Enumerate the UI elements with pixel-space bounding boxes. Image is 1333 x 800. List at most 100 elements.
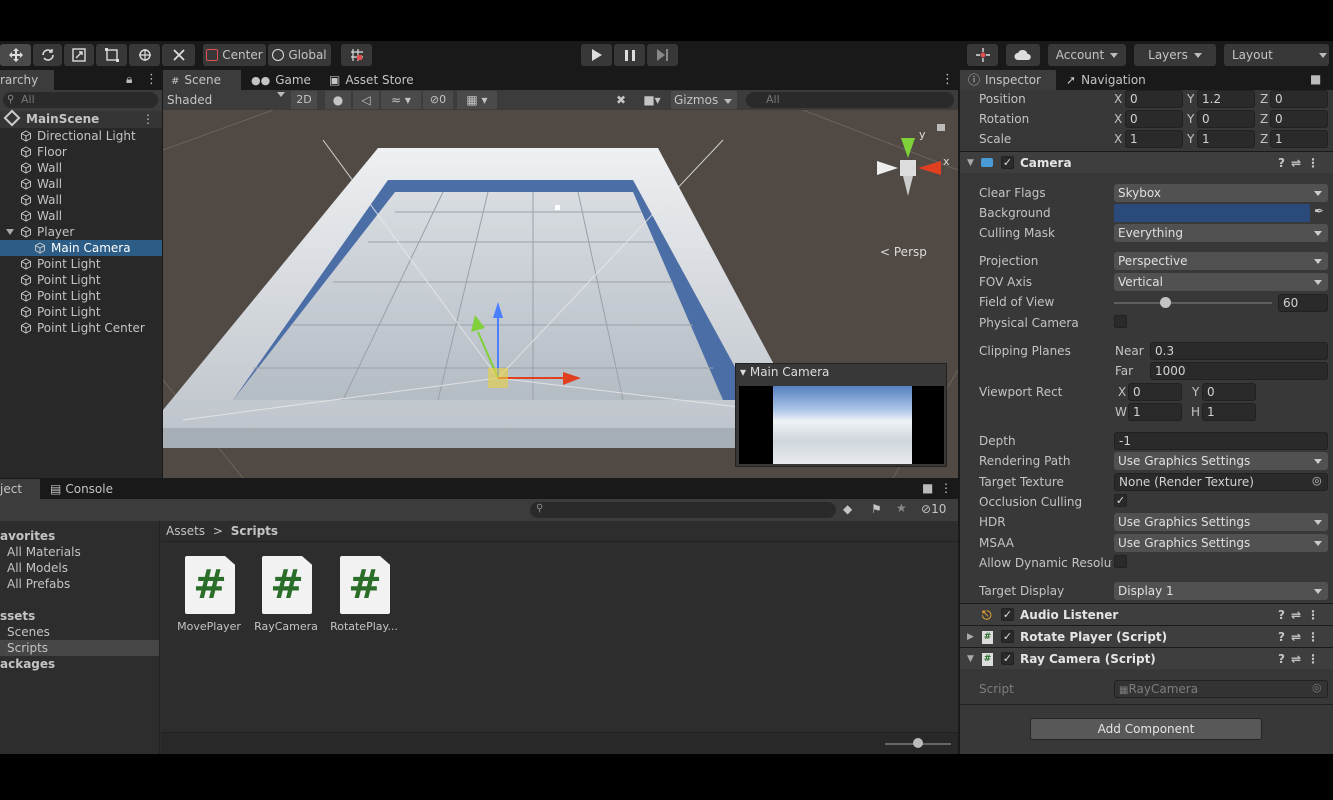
- tab-inspector[interactable]: ⓘ Inspector: [960, 70, 1056, 90]
- camera-enabled-checkbox[interactable]: ✓: [1001, 156, 1014, 169]
- favorite-star-icon[interactable]: ★: [896, 501, 907, 515]
- cloud-button[interactable]: [1006, 44, 1040, 66]
- rotate-tool-button[interactable]: [33, 44, 62, 66]
- viewport-h-field[interactable]: 1: [1202, 403, 1256, 421]
- scene-menu-icon[interactable]: ⋮: [142, 111, 154, 127]
- scale-y-field[interactable]: 1: [1197, 130, 1255, 148]
- filter-type-icon[interactable]: ◆: [843, 502, 852, 516]
- ray-camera-header[interactable]: ▼ # ✓ Ray Camera (Script) ?⇌⋮: [960, 647, 1333, 669]
- rotation-y-field[interactable]: 0: [1197, 110, 1255, 128]
- viewport-w-field[interactable]: 1: [1128, 403, 1182, 421]
- viewport-y-field[interactable]: 0: [1202, 383, 1256, 401]
- position-x-field[interactable]: 0: [1125, 90, 1183, 108]
- hierarchy-item-main-camera[interactable]: Main Camera: [0, 240, 162, 256]
- foldout-arrow-icon[interactable]: ▼: [967, 152, 974, 174]
- culling-mask-dropdown[interactable]: Everything: [1114, 224, 1328, 242]
- projection-dropdown[interactable]: Perspective: [1114, 252, 1328, 270]
- hidden-packages-toggle[interactable]: ⊘10: [921, 502, 946, 516]
- move-tool-button[interactable]: [0, 44, 31, 66]
- hierarchy-item[interactable]: Point Light: [0, 272, 162, 288]
- toggle-2d-button[interactable]: 2D: [291, 91, 317, 109]
- clear-flags-dropdown[interactable]: Skybox: [1114, 184, 1328, 202]
- breadcrumb-current[interactable]: Scripts: [231, 524, 278, 538]
- hierarchy-item[interactable]: Wall: [0, 176, 162, 192]
- icon-size-slider-thumb[interactable]: [913, 738, 923, 748]
- account-dropdown[interactable]: Account: [1048, 44, 1126, 66]
- component-header-icons[interactable]: ?⇌⋮: [1278, 152, 1325, 174]
- eyedropper-icon[interactable]: ✒: [1314, 204, 1324, 218]
- viewport-x-field[interactable]: 0: [1128, 383, 1182, 401]
- pivot-global-toggle[interactable]: Global: [268, 44, 331, 66]
- hierarchy-item[interactable]: Point Light: [0, 256, 162, 272]
- lighting-toggle[interactable]: ●: [325, 91, 351, 109]
- rotate-player-header[interactable]: ▶ # ✓ Rotate Player (Script) ?⇌⋮: [960, 625, 1333, 647]
- persp-label[interactable]: < Persp: [880, 245, 927, 259]
- fov-value-field[interactable]: 60: [1278, 294, 1328, 312]
- ray-camera-checkbox[interactable]: ✓: [1001, 652, 1014, 665]
- scene-menu-icon[interactable]: ⋮: [941, 72, 954, 87]
- background-color-field[interactable]: [1114, 204, 1310, 222]
- tab-navigation[interactable]: ➚ Navigation: [1058, 70, 1154, 90]
- foldout-arrow-icon[interactable]: ▼: [967, 648, 974, 670]
- dynamic-resolution-checkbox[interactable]: [1114, 555, 1127, 568]
- expand-arrow-icon[interactable]: [6, 229, 14, 235]
- folder-item-selected[interactable]: Scripts: [0, 640, 159, 656]
- inspector-lock-icon[interactable]: ■: [1310, 72, 1321, 86]
- hierarchy-search-input[interactable]: All: [3, 92, 158, 108]
- project-menu-icon[interactable]: ⋮: [940, 481, 952, 495]
- kebab-menu-icon[interactable]: ⋮: [145, 72, 158, 87]
- project-lock-icon[interactable]: ■: [922, 481, 933, 495]
- collab-button[interactable]: [967, 44, 998, 66]
- fov-axis-dropdown[interactable]: Vertical: [1114, 273, 1328, 291]
- far-clip-field[interactable]: 1000: [1150, 362, 1328, 380]
- scene-tools-button[interactable]: ✖: [609, 91, 633, 109]
- hidden-objects-toggle[interactable]: ⊘0: [423, 91, 453, 109]
- hierarchy-item[interactable]: Floor: [0, 144, 162, 160]
- hierarchy-item[interactable]: Point Light: [0, 288, 162, 304]
- tab-scene[interactable]: # Scene: [163, 70, 241, 90]
- hierarchy-item-player[interactable]: Player: [0, 224, 162, 240]
- hierarchy-item[interactable]: Wall: [0, 160, 162, 176]
- scene-search-input[interactable]: All: [746, 92, 954, 108]
- pause-button[interactable]: [614, 44, 645, 66]
- hierarchy-item[interactable]: Wall: [0, 192, 162, 208]
- lock-icon[interactable]: 🔒︎: [126, 72, 132, 87]
- hierarchy-item[interactable]: Wall: [0, 208, 162, 224]
- shading-mode-dropdown[interactable]: Shaded: [167, 92, 285, 108]
- camera-component-header[interactable]: ▼ ✓ Camera ?⇌⋮: [960, 151, 1333, 173]
- pivot-center-toggle[interactable]: Center: [203, 44, 266, 66]
- component-header-icons[interactable]: ?⇌⋮: [1278, 626, 1325, 648]
- layout-dropdown[interactable]: Layout: [1224, 44, 1329, 66]
- grid-dropdown[interactable]: ▦ ▾: [457, 91, 497, 109]
- custom-tool-button[interactable]: [162, 44, 195, 66]
- rect-tool-button[interactable]: [96, 44, 127, 66]
- rendering-path-dropdown[interactable]: Use Graphics Settings: [1114, 452, 1328, 470]
- breadcrumb-root[interactable]: Assets: [166, 524, 205, 538]
- position-y-field[interactable]: 1.2: [1197, 90, 1255, 108]
- audio-listener-checkbox[interactable]: ✓: [1001, 608, 1014, 621]
- near-clip-field[interactable]: 0.3: [1150, 342, 1328, 360]
- play-button[interactable]: [581, 44, 612, 66]
- script-asset[interactable]: # RotatePlay...: [324, 552, 404, 642]
- scene-row[interactable]: MainScene ⋮: [0, 109, 162, 128]
- tab-hierarchy[interactable]: rarchy: [0, 70, 54, 90]
- project-search-input[interactable]: ⚲: [530, 502, 836, 518]
- scale-z-field[interactable]: 1: [1270, 130, 1328, 148]
- component-header-icons[interactable]: ?⇌⋮: [1278, 648, 1325, 670]
- component-header-icons[interactable]: ?⇌⋮: [1278, 604, 1325, 626]
- hdr-dropdown[interactable]: Use Graphics Settings: [1114, 513, 1328, 531]
- rotate-player-checkbox[interactable]: ✓: [1001, 630, 1014, 643]
- tab-asset-store[interactable]: ▣ Asset Store: [321, 70, 422, 90]
- rotation-x-field[interactable]: 0: [1125, 110, 1183, 128]
- layers-dropdown[interactable]: Layers: [1134, 44, 1216, 66]
- tab-project[interactable]: ject: [0, 479, 40, 499]
- tab-game[interactable]: ●● Game: [243, 70, 319, 90]
- scale-x-field[interactable]: 1: [1125, 130, 1183, 148]
- script-asset[interactable]: # MovePlayer: [169, 552, 249, 642]
- step-button[interactable]: [647, 44, 678, 66]
- favorite-item[interactable]: All Materials: [0, 544, 159, 560]
- effects-dropdown[interactable]: ≈ ▾: [381, 91, 421, 109]
- camera-settings-dropdown[interactable]: ■▾: [637, 91, 667, 109]
- filter-label-icon[interactable]: ⚑: [871, 502, 882, 516]
- transform-tool-button[interactable]: [129, 44, 160, 66]
